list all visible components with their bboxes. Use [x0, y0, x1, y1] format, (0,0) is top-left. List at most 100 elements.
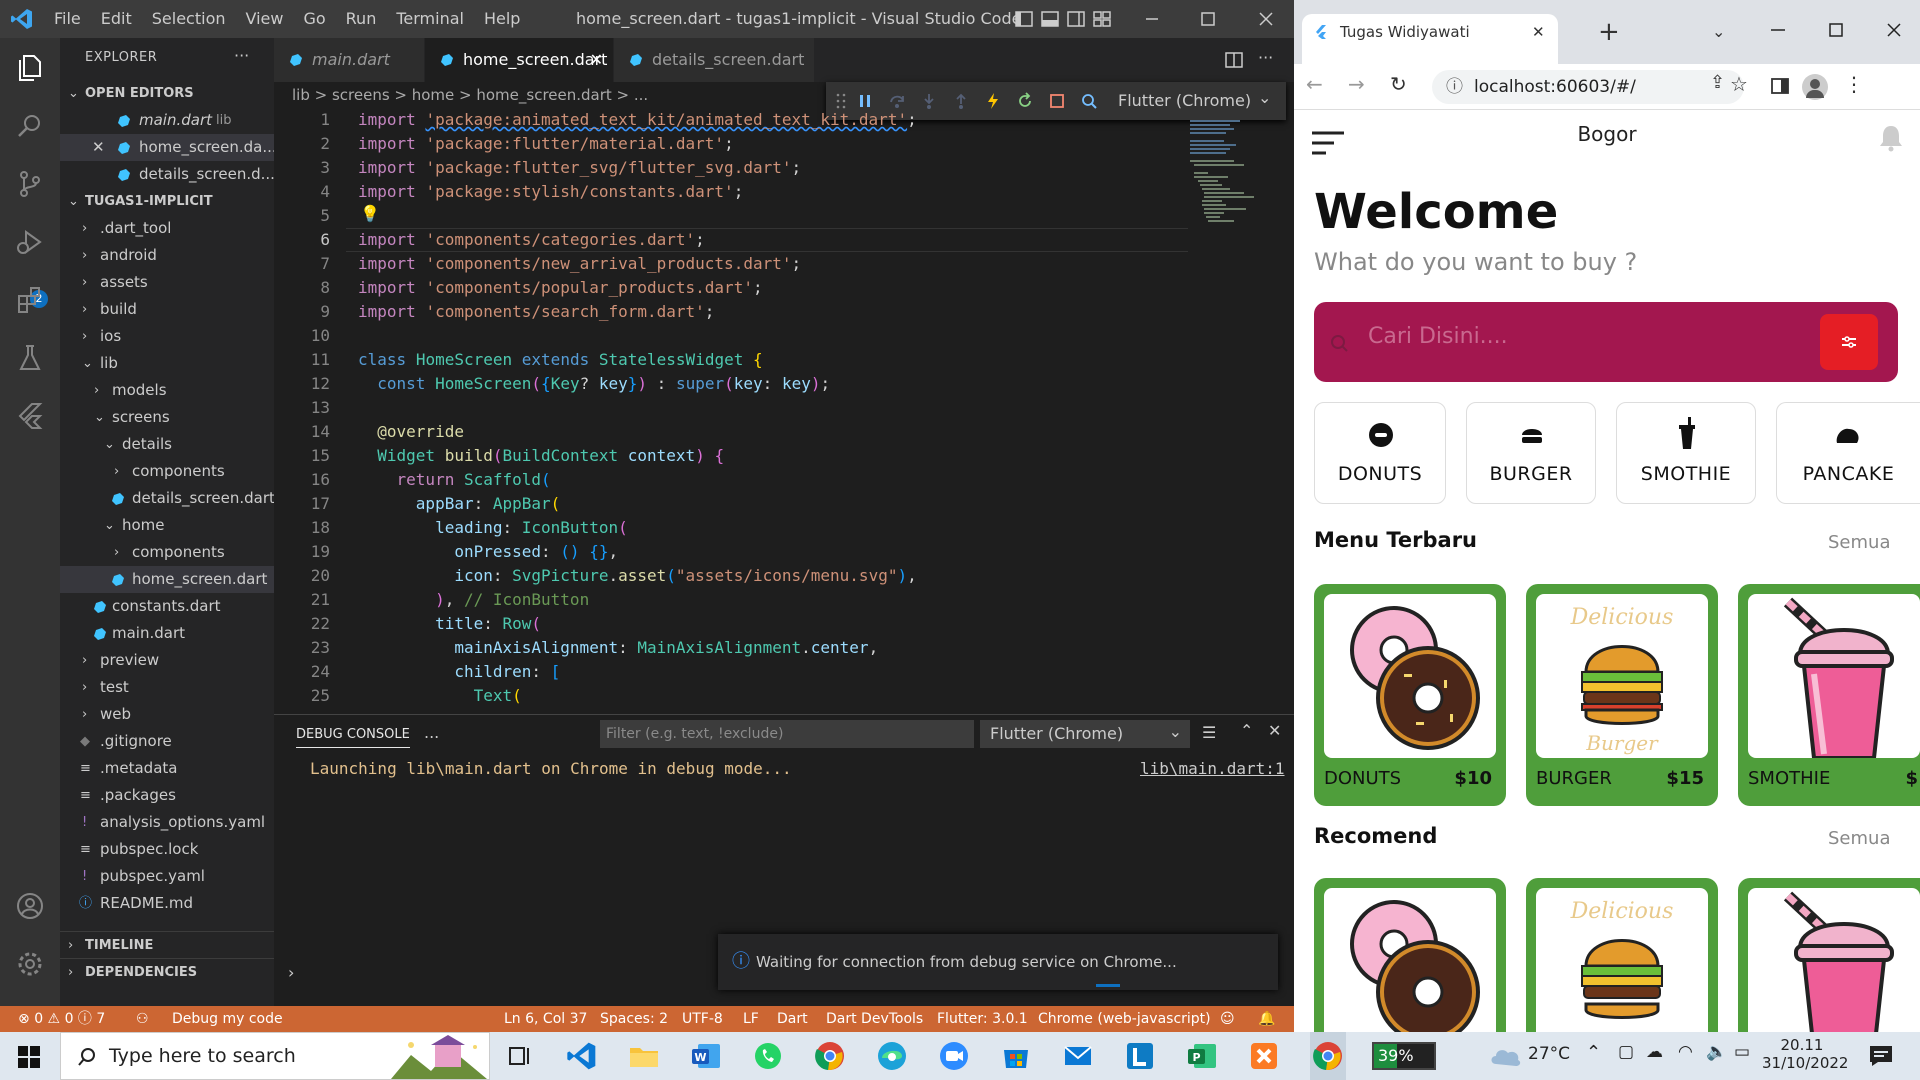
tab-home-screen[interactable]: home_screen.dart ✕: [425, 38, 613, 82]
app-l-icon[interactable]: [1124, 1040, 1156, 1072]
notifications-bell-icon[interactable]: 🔔: [1258, 1006, 1275, 1032]
microsoft-store-icon[interactable]: [1000, 1040, 1032, 1072]
address-bar[interactable]: ⓘ localhost:60603/#/: [1432, 70, 1744, 104]
open-editors-header[interactable]: ⌄ OPEN EDITORS: [60, 80, 274, 107]
menu-terminal[interactable]: Terminal: [386, 0, 474, 38]
open-editor-home-screen[interactable]: ✕ home_screen.da...: [60, 134, 274, 161]
cursor-position[interactable]: Ln 6, Col 37: [504, 1006, 587, 1032]
file-packages[interactable]: ≡ .packages: [60, 782, 274, 809]
file-main[interactable]: main.dart: [60, 620, 274, 647]
file-home-screen[interactable]: home_screen.dart: [60, 566, 274, 593]
browser-tab[interactable]: Tugas Widiyawati ✕: [1302, 14, 1558, 64]
maximize-icon[interactable]: [1198, 9, 1218, 29]
console-input-prompt[interactable]: ›: [288, 963, 294, 982]
menu-selection[interactable]: Selection: [142, 0, 236, 38]
close-icon[interactable]: [1884, 20, 1904, 40]
toggle-panel-icon[interactable]: [1040, 9, 1060, 29]
project-icon[interactable]: P: [1186, 1040, 1218, 1072]
search-icon[interactable]: [14, 110, 46, 142]
show-hidden-icons[interactable]: ⌃: [1586, 1042, 1601, 1063]
close-icon[interactable]: [1256, 9, 1276, 29]
target-device[interactable]: Chrome (web-javascript): [1038, 1006, 1211, 1032]
open-editor-main[interactable]: main.dart lib: [60, 107, 274, 134]
problems-indicator[interactable]: ⊗ 0 ⚠ 0 ⓘ 7: [18, 1006, 105, 1032]
menu-edit[interactable]: Edit: [91, 0, 142, 38]
minimap[interactable]: [1188, 118, 1268, 238]
tab-debug-console[interactable]: DEBUG CONSOLE: [296, 727, 410, 748]
tab-main-dart[interactable]: main.dart: [274, 38, 424, 82]
folder-dart-tool[interactable]: › .dart_tool: [60, 215, 274, 242]
notification-bell-icon[interactable]: [1878, 124, 1904, 152]
eol[interactable]: LF: [743, 1006, 759, 1032]
folder-screens[interactable]: ⌄ screens: [60, 404, 274, 431]
back-icon[interactable]: ←: [1306, 72, 1323, 96]
toggle-secondary-sidebar-icon[interactable]: [1066, 9, 1086, 29]
open-editor-details-screen[interactable]: details_screen.d...: [60, 161, 274, 188]
menu-run[interactable]: Run: [336, 0, 387, 38]
new-tab-icon[interactable]: +: [1598, 14, 1620, 50]
hot-reload-icon[interactable]: [984, 92, 1002, 110]
folder-preview[interactable]: › preview: [60, 647, 274, 674]
tab-close-icon[interactable]: ✕: [590, 38, 603, 82]
feedback-icon[interactable]: ☺: [1220, 1006, 1235, 1032]
filter-button[interactable]: [1820, 314, 1878, 370]
folder-ios[interactable]: › ios: [60, 323, 274, 350]
volume-icon[interactable]: 🔈: [1706, 1042, 1727, 1062]
menu-help[interactable]: Help: [474, 0, 530, 38]
tab-close-icon[interactable]: ✕: [1532, 14, 1545, 50]
settings-gear-icon[interactable]: [14, 948, 46, 980]
folder-web[interactable]: › web: [60, 701, 274, 728]
dependencies-header[interactable]: › DEPENDENCIES: [60, 958, 274, 985]
folder-assets[interactable]: › assets: [60, 269, 274, 296]
product-card-donuts[interactable]: DONUTS $10: [1314, 584, 1506, 806]
profile-avatar[interactable]: [1802, 74, 1828, 100]
onedrive-icon[interactable]: ☁: [1646, 1042, 1663, 1062]
folder-home[interactable]: ⌄ home: [60, 512, 274, 539]
wifi-icon[interactable]: ◠: [1678, 1042, 1693, 1062]
device-icon[interactable]: ▢: [1618, 1042, 1634, 1062]
file-readme[interactable]: ⓘ README.md: [60, 890, 274, 917]
tab-details-screen[interactable]: details_screen.dart: [614, 38, 814, 82]
weather-cloud-icon[interactable]: [1488, 1044, 1522, 1068]
category-donuts[interactable]: DONUTS: [1314, 402, 1446, 504]
file-constants[interactable]: constants.dart: [60, 593, 274, 620]
taskbar-search[interactable]: Type here to search: [60, 1032, 490, 1080]
search-field[interactable]: Cari Disini....: [1314, 302, 1898, 382]
maximize-icon[interactable]: [1826, 20, 1846, 40]
category-burger[interactable]: BURGER: [1466, 402, 1596, 504]
folder-models[interactable]: › models: [60, 377, 274, 404]
debug-status[interactable]: Debug my code: [172, 1006, 283, 1032]
file-pubspec-lock[interactable]: ≡ pubspec.lock: [60, 836, 274, 863]
action-center-icon[interactable]: [1868, 1044, 1894, 1068]
windows-start-icon[interactable]: [18, 1046, 40, 1068]
battery-widget[interactable]: 39%: [1372, 1042, 1436, 1070]
toggle-sidebar-icon[interactable]: [1014, 9, 1034, 29]
close-panel-icon[interactable]: ✕: [1268, 721, 1281, 740]
clear-console-icon[interactable]: ☰: [1202, 723, 1216, 742]
file-analysis-options[interactable]: ! analysis_options.yaml: [60, 809, 274, 836]
see-all-recomend-link[interactable]: Semua: [1828, 828, 1890, 849]
source-control-icon[interactable]: [14, 168, 46, 200]
product-card-burger[interactable]: Delicious Burger BURGER $15: [1526, 584, 1718, 806]
recomend-card-smothie[interactable]: [1738, 878, 1920, 1032]
drag-handle-icon[interactable]: [836, 93, 846, 109]
console-filter-input[interactable]: Filter (e.g. text, !exclude): [600, 720, 974, 748]
timeline-header[interactable]: › TIMELINE: [60, 931, 274, 958]
step-into-icon[interactable]: [920, 92, 938, 110]
menu-file[interactable]: File: [44, 0, 91, 38]
testing-icon[interactable]: [14, 342, 46, 374]
editor-more-icon[interactable]: ···: [1258, 48, 1273, 67]
folder-home-components[interactable]: › components: [60, 539, 274, 566]
file-pubspec-yaml[interactable]: ! pubspec.yaml: [60, 863, 274, 890]
task-view-icon[interactable]: [504, 1040, 536, 1072]
extensions-icon[interactable]: [14, 284, 46, 316]
pause-icon[interactable]: [856, 92, 874, 110]
whatsapp-icon[interactable]: [752, 1040, 784, 1072]
debug-target-dropdown-icon[interactable]: ⌄: [1258, 88, 1271, 107]
stop-icon[interactable]: [1048, 92, 1066, 110]
site-info-icon[interactable]: ⓘ: [1446, 70, 1463, 104]
account-icon[interactable]: [14, 890, 46, 922]
explorer-icon[interactable]: [14, 52, 46, 84]
folder-android[interactable]: › android: [60, 242, 274, 269]
dart-devtools[interactable]: Dart DevTools: [826, 1006, 923, 1032]
